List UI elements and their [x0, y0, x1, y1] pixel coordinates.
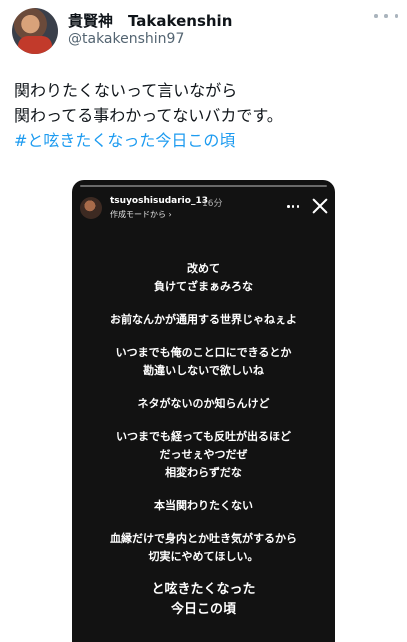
more-options-icon[interactable]	[374, 6, 398, 26]
author-display-name[interactable]: 貴賢神 Takakenshin	[68, 10, 232, 31]
story-paragraph: いつまでも経っても反吐が出るほど だっせぇやつだぜ 相変わらずだな	[116, 430, 291, 479]
story-message: 改めて 負けてざまぁみろな お前なんかが通用する世界じゃねぇよ いつまでも俺のこ…	[72, 260, 335, 581]
story-paragraph: ネタがないのか知らんけど	[137, 397, 270, 410]
story-username: tsuyoshisudario_13	[110, 196, 208, 206]
story-subtitle: 作成モードから ›	[110, 210, 172, 219]
story-paragraph: 血縁だけで身内とか吐き気がするから 切実にやめてほしい。	[110, 532, 297, 563]
story-screenshot[interactable]: tsuyoshisudario_13 16分 作成モードから › 改めて 負けて…	[72, 180, 335, 642]
story-progress-bar	[80, 185, 327, 187]
avatar-shirt	[18, 36, 52, 54]
story-timestamp: 16分	[202, 199, 223, 209]
story-more-icon	[287, 205, 299, 209]
author-avatar[interactable]	[12, 8, 58, 54]
tweet-hashtag-link[interactable]: #と呟きたくなった今日この頃	[14, 128, 235, 153]
story-paragraph: 本当関わりたくない	[154, 499, 253, 512]
story-paragraph: 改めて 負けてざまぁみろな	[154, 262, 253, 293]
author-handle[interactable]: @takakenshin97	[68, 31, 184, 47]
story-closing-text: と呟きたくなった 今日この頃	[151, 582, 256, 617]
story-paragraph: いつまでも俺のこと口にできるとか 勘違いしないで欲しいね	[115, 346, 292, 377]
tweet-text: 関わりたくないって言いながら 関わってる事わかってないバカです。	[14, 81, 283, 125]
story-paragraph: お前なんかが通用する世界じゃねぇよ	[110, 313, 297, 326]
close-icon	[312, 198, 328, 214]
story-avatar	[80, 197, 102, 219]
